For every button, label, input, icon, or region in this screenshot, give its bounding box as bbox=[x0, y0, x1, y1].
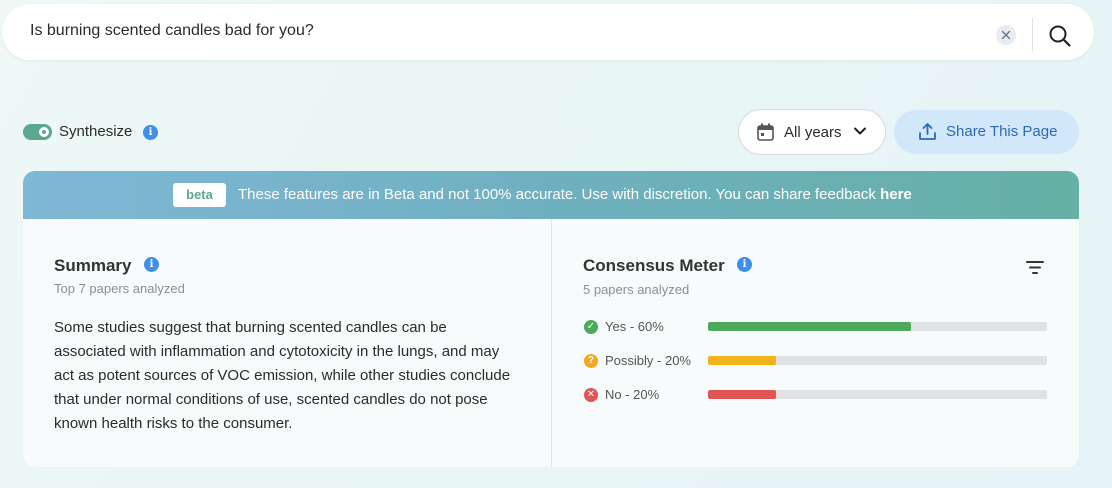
summary-info-icon[interactable]: i bbox=[144, 257, 159, 272]
consensus-no-fill bbox=[708, 390, 776, 399]
consensus-row-yes: ✓ Yes - 60% bbox=[584, 318, 1054, 338]
search-icon bbox=[1049, 25, 1071, 47]
consensus-no-track bbox=[708, 390, 1047, 399]
question-circle-icon: ? bbox=[584, 354, 598, 368]
filter-icon[interactable] bbox=[1026, 260, 1044, 275]
consensus-possibly-fill bbox=[708, 356, 776, 365]
share-page-button[interactable]: Share This Page bbox=[894, 110, 1079, 154]
consensus-yes-fill bbox=[708, 322, 912, 331]
feedback-link[interactable]: here bbox=[880, 186, 912, 203]
years-dropdown[interactable]: All years bbox=[738, 109, 886, 155]
consensus-row-possibly: ? Possibly - 20% bbox=[584, 352, 1054, 372]
calendar-icon bbox=[757, 123, 774, 141]
search-divider bbox=[1032, 18, 1033, 52]
beta-notice: These features are in Beta and not 100% … bbox=[238, 186, 912, 203]
toggle-knob bbox=[39, 127, 49, 137]
synthesize-toggle[interactable] bbox=[23, 124, 52, 140]
summary-text: Some studies suggest that burning scente… bbox=[54, 319, 511, 432]
share-page-label: Share This Page bbox=[946, 123, 1058, 140]
search-bar: Is burning scented candles bad for you? bbox=[2, 4, 1094, 60]
search-button[interactable] bbox=[1046, 22, 1074, 50]
consensus-no-label: No - 20% bbox=[605, 387, 660, 402]
years-dropdown-label: All years bbox=[784, 124, 842, 141]
consensus-yes-track bbox=[708, 322, 1047, 331]
search-input[interactable]: Is burning scented candles bad for you? bbox=[30, 22, 314, 40]
beta-badge: beta bbox=[173, 183, 226, 207]
summary-title: Summary bbox=[54, 256, 132, 275]
clear-search-button[interactable] bbox=[996, 25, 1016, 45]
beta-banner: beta These features are in Beta and not … bbox=[23, 171, 1079, 219]
consensus-possibly-label: Possibly - 20% bbox=[605, 353, 691, 368]
check-circle-icon: ✓ bbox=[584, 320, 598, 334]
consensus-subtitle: 5 papers analyzed bbox=[583, 282, 690, 297]
consensus-info-icon[interactable]: i bbox=[737, 257, 752, 272]
consensus-possibly-track bbox=[708, 356, 1047, 365]
summary-subtitle: Top 7 papers analyzed bbox=[54, 281, 185, 296]
close-icon bbox=[1001, 30, 1011, 40]
synthesize-info-icon[interactable]: i bbox=[143, 125, 158, 140]
consensus-row-no: ✕ No - 20% bbox=[584, 386, 1054, 406]
beta-notice-text: These features are in Beta and not 100% … bbox=[238, 186, 881, 203]
column-divider bbox=[551, 219, 552, 467]
upload-icon bbox=[919, 123, 936, 140]
chevron-down-icon bbox=[854, 127, 866, 135]
synthesize-label: Synthesize bbox=[59, 123, 133, 140]
results-card: beta These features are in Beta and not … bbox=[23, 171, 1079, 467]
consensus-yes-label: Yes - 60% bbox=[605, 319, 664, 334]
x-circle-icon: ✕ bbox=[584, 388, 598, 402]
consensus-title: Consensus Meter bbox=[583, 256, 725, 275]
